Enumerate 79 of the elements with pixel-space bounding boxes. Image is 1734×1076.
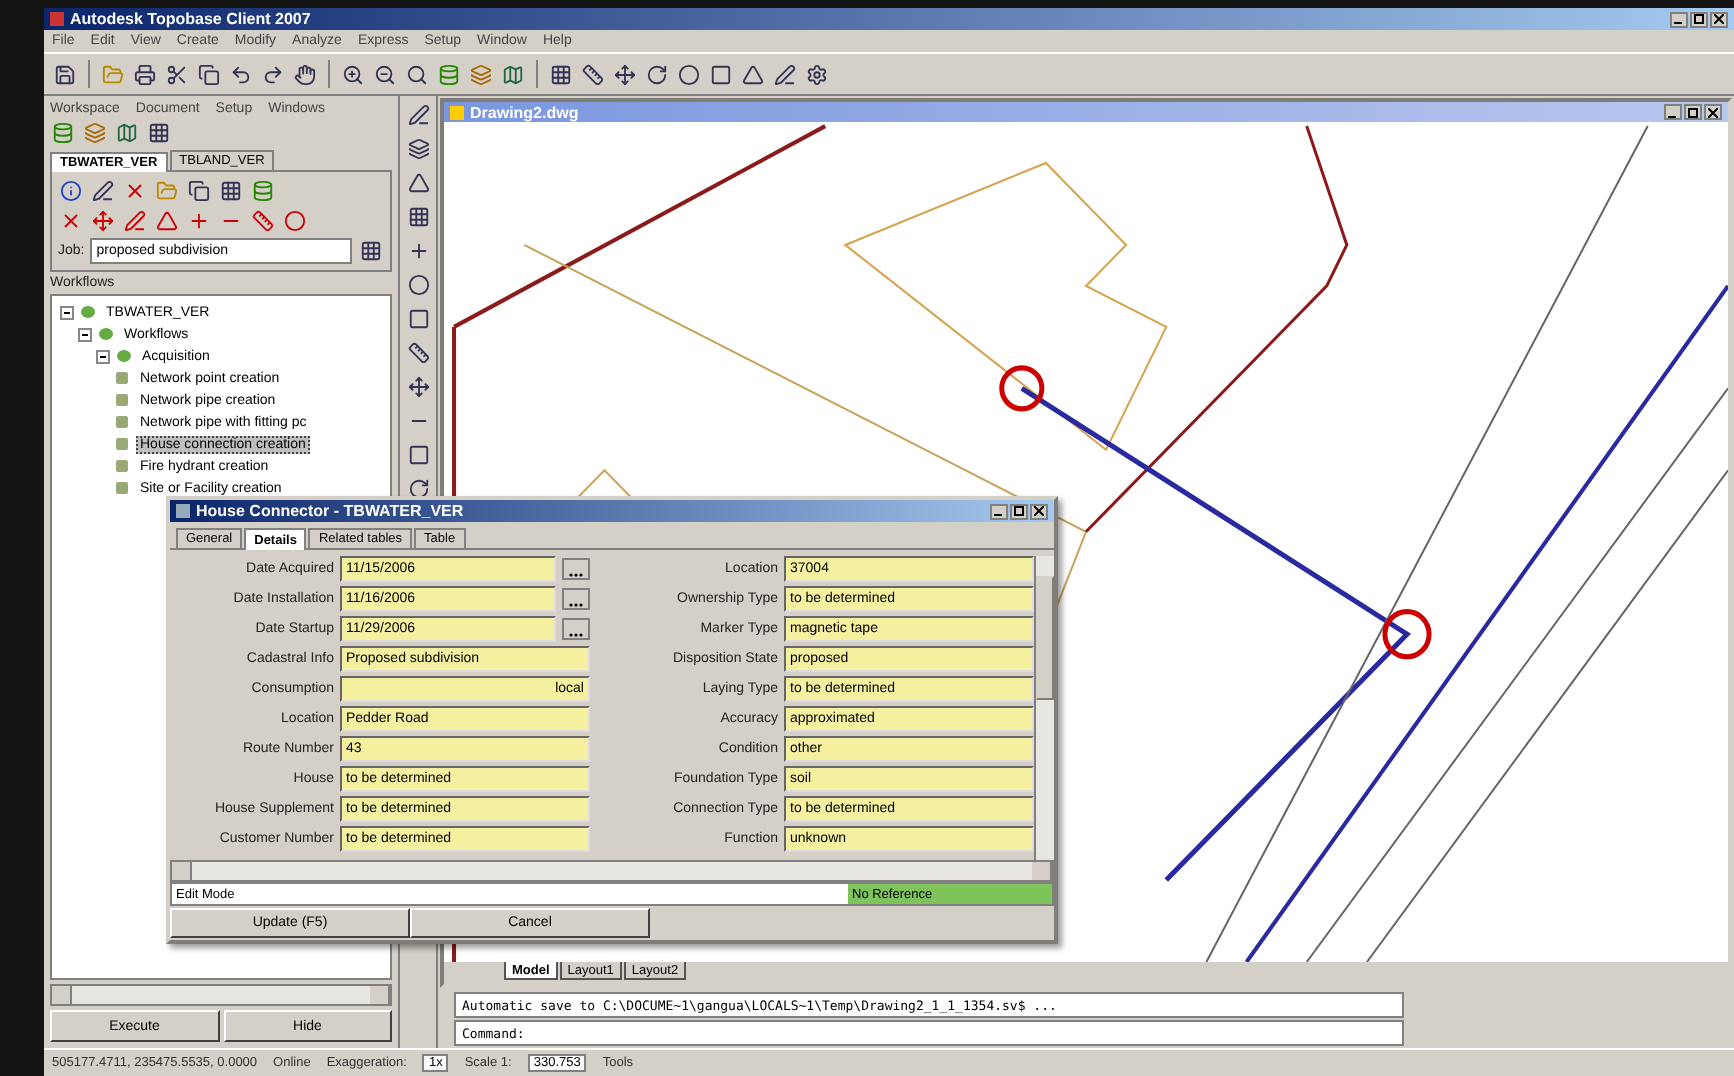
plus-icon[interactable] <box>186 208 212 234</box>
triangle-icon[interactable] <box>405 170 431 196</box>
horizontal-scrollbar[interactable] <box>170 860 1054 882</box>
search-icon[interactable] <box>404 61 430 87</box>
map-icon[interactable] <box>500 61 526 87</box>
ruler-icon[interactable] <box>405 340 431 366</box>
scissors-icon[interactable] <box>164 61 190 87</box>
grid-icon[interactable] <box>218 178 244 204</box>
date-picker-button[interactable] <box>562 557 590 579</box>
app-logo-icon <box>50 12 64 26</box>
close-icon <box>1708 107 1718 117</box>
rotate-icon[interactable] <box>405 476 431 502</box>
pen-icon[interactable] <box>122 208 148 234</box>
settings-icon[interactable] <box>804 61 830 87</box>
square-icon[interactable] <box>405 306 431 332</box>
pen-icon[interactable] <box>90 178 116 204</box>
close-icon <box>1034 506 1044 516</box>
ruler-icon[interactable] <box>580 61 606 87</box>
map-icon[interactable] <box>114 120 140 146</box>
circle-icon[interactable] <box>282 208 308 234</box>
ellipsis-icon <box>568 631 584 637</box>
expander-icon[interactable] <box>60 305 74 319</box>
minimize-button[interactable] <box>990 503 1008 519</box>
drawing-title: Drawing2.dwg <box>470 103 579 121</box>
maximize-button[interactable] <box>1684 104 1702 120</box>
marker-circle <box>999 365 1045 412</box>
copy-icon[interactable] <box>186 178 212 204</box>
move-icon[interactable] <box>612 61 638 87</box>
database-icon[interactable] <box>50 120 76 146</box>
ruler-icon[interactable] <box>250 208 276 234</box>
grid-icon[interactable] <box>146 120 172 146</box>
maximize-icon <box>1688 107 1698 117</box>
redo-icon[interactable] <box>260 61 286 87</box>
pen-icon[interactable] <box>405 102 431 128</box>
zoom-out-icon[interactable] <box>372 61 398 87</box>
grid-icon[interactable] <box>405 204 431 230</box>
close-icon <box>1714 14 1724 24</box>
printer-icon[interactable] <box>132 61 158 87</box>
expander-icon[interactable] <box>78 327 92 341</box>
circle-icon[interactable] <box>676 61 702 87</box>
expander-icon[interactable] <box>96 349 110 363</box>
minimize-button[interactable] <box>1664 104 1682 120</box>
close-button[interactable] <box>1030 503 1048 519</box>
dialog-title: House Connector - TBWATER_VER <box>196 502 464 520</box>
maximize-icon <box>1014 506 1024 516</box>
ellipsis-icon <box>568 571 584 577</box>
triangle-icon[interactable] <box>740 61 766 87</box>
ellipsis-icon <box>568 601 584 607</box>
rotate-icon[interactable] <box>644 61 670 87</box>
copy-icon[interactable] <box>196 61 222 87</box>
close-button[interactable] <box>1710 11 1728 27</box>
minimize-button[interactable] <box>1670 11 1688 27</box>
horizontal-scrollbar[interactable] <box>50 984 392 1006</box>
square-icon[interactable] <box>405 442 431 468</box>
info-icon[interactable] <box>58 178 84 204</box>
maximize-icon <box>1694 14 1704 24</box>
dialog-icon <box>176 504 190 518</box>
move-icon[interactable] <box>405 374 431 400</box>
drawing-file-icon <box>450 105 464 119</box>
maximize-button[interactable] <box>1690 11 1708 27</box>
hand-icon[interactable] <box>292 61 318 87</box>
grid-icon[interactable] <box>548 61 574 87</box>
grid-icon[interactable] <box>358 238 384 264</box>
close-button[interactable] <box>1704 104 1722 120</box>
undo-icon[interactable] <box>228 61 254 87</box>
window-title: Autodesk Topobase Client 2007 <box>70 10 311 28</box>
zoom-in-icon[interactable] <box>340 61 366 87</box>
triangle-icon[interactable] <box>154 208 180 234</box>
circle-icon[interactable] <box>405 272 431 298</box>
pen-icon[interactable] <box>772 61 798 87</box>
maximize-button[interactable] <box>1010 503 1028 519</box>
square-icon[interactable] <box>708 61 734 87</box>
layers-icon[interactable] <box>405 136 431 162</box>
marker-circle <box>1382 609 1432 660</box>
move-icon[interactable] <box>90 208 116 234</box>
date-picker-button[interactable] <box>562 617 590 639</box>
vertical-scrollbar[interactable] <box>1034 556 1054 860</box>
save-icon[interactable] <box>52 61 78 87</box>
date-picker-button[interactable] <box>562 587 590 609</box>
